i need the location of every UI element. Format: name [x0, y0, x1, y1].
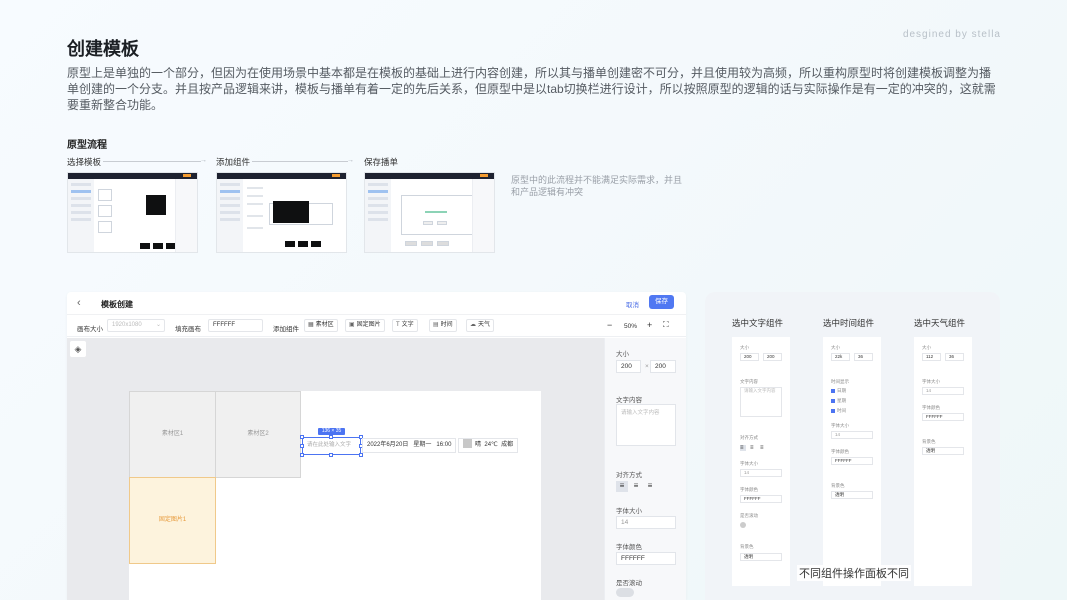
resize-handle[interactable] — [329, 453, 333, 457]
align-left-icon[interactable]: ≡ — [740, 445, 746, 451]
width-input[interactable]: 200 — [616, 360, 641, 373]
add-time-button[interactable]: ▤ 时间 — [429, 319, 457, 332]
canvas-size-label: 画布大小 — [77, 326, 103, 333]
size-label: 大小 — [616, 351, 629, 358]
align-center-icon[interactable]: ≡ — [750, 445, 756, 451]
flow-step-add-component: 添加组件 — [216, 157, 251, 167]
text-content-label: 文字内容 — [616, 397, 642, 404]
height-input[interactable]: 200 — [650, 360, 676, 373]
resize-handle[interactable] — [300, 435, 304, 439]
grid-icon: ▦ — [308, 322, 314, 328]
add-fixed-image-button[interactable]: ▣ 固定图片 — [345, 319, 385, 332]
prototype-thumbnail-select — [67, 172, 198, 253]
designer-credit: desgined by stella — [902, 29, 1001, 40]
intro-paragraph: 原型上是单独的一个部分，但因为在使用场景中基本都是在模板的基础上进行内容创建，所… — [67, 66, 996, 112]
align-left-icon[interactable]: ≡ — [616, 481, 628, 492]
comparison-caption: 不同组件操作面板不同 — [797, 565, 911, 581]
scroll-toggle[interactable] — [616, 588, 634, 597]
flow-note: 原型中的此流程并不能满足实际需求，并且和产品逻辑有冲突 — [511, 175, 683, 197]
font-color-input[interactable]: FFFFFF — [616, 552, 676, 565]
template-editor: ‹ 模板创建 取消 保存 画布大小 1920x1080 ⌄ 填充画布 FFFFFF… — [67, 292, 686, 600]
align-right-icon[interactable]: ≡ — [760, 445, 766, 451]
editor-toolbar: 画布大小 1920x1080 ⌄ 填充画布 FFFFFF 添加组件 ▦ 素材区 ▣ 固… — [67, 315, 686, 337]
weather-image-icon — [463, 439, 472, 448]
text-content-textarea[interactable]: 请输入文字内容 — [616, 404, 676, 446]
zoom-level: 50% — [624, 323, 638, 330]
checkbox-checked-icon[interactable] — [831, 409, 835, 413]
image-icon: ▣ — [349, 322, 355, 328]
align-right-icon[interactable]: ≡ — [644, 481, 656, 492]
weather-icon: ☁ — [470, 322, 476, 328]
arrow-right-icon: → — [347, 157, 354, 164]
fill-canvas-label: 填充画布 — [175, 326, 201, 333]
text-icon: T — [396, 322, 400, 328]
zoom-out-icon[interactable]: − — [607, 320, 612, 330]
flow-section-title: 原型流程 — [67, 140, 107, 151]
resize-handle[interactable] — [300, 453, 304, 457]
time-text: 16:00 — [436, 442, 452, 448]
weekday-text: 星期一 — [413, 442, 432, 448]
date-text: 2022年6月20日 — [367, 442, 409, 448]
prototype-thumbnail-add — [216, 172, 347, 253]
cancel-button[interactable]: 取消 — [626, 299, 639, 309]
calendar-icon: ▤ — [433, 322, 439, 328]
font-size-input[interactable]: 14 — [616, 516, 676, 529]
resize-handle[interactable] — [329, 435, 333, 439]
weather-panel-title: 选中天气组件 — [914, 318, 966, 328]
add-weather-button[interactable]: ☁ 天气 — [466, 319, 495, 332]
canvas-workspace[interactable]: ◈ 素材区1 素材区2 固定图片1 136 × 35 请在此处输入文字 2022… — [67, 338, 604, 600]
checkbox-checked-icon[interactable] — [831, 399, 835, 403]
selection-size-tag: 136 × 35 — [318, 428, 345, 435]
scroll-toggle[interactable] — [740, 522, 746, 528]
flow-connector — [103, 161, 201, 162]
back-icon[interactable]: ‹ — [77, 297, 81, 309]
canvas-size-select[interactable]: 1920x1080 ⌄ — [107, 319, 165, 332]
time-component-panel: 大小 22k 36 时间显示 日期 星期 时间 字体大小 14 字体颜色 FFF… — [823, 337, 881, 586]
material-area-1[interactable]: 素材区1 — [129, 391, 216, 478]
page-title: 创建模板 — [67, 39, 139, 59]
fill-color-input[interactable]: FFFFFF — [208, 319, 263, 332]
font-color-label: 字体颜色 — [616, 544, 642, 551]
checkbox-checked-icon[interactable] — [831, 389, 835, 393]
properties-panel: 大小 200 × 200 文字内容 请输入文字内容 对齐方式 ≡ ≡ ≡ 字体大… — [604, 338, 686, 600]
arrow-right-icon: → — [200, 157, 207, 164]
weather-component-panel: 大小 112 36 字体大小 14 字体颜色 FFFFFF 背景色 透明 — [914, 337, 972, 586]
fullscreen-icon[interactable]: ⛶ — [663, 320, 669, 330]
add-text-button[interactable]: T 文字 — [392, 319, 418, 332]
align-center-icon[interactable]: ≡ — [630, 481, 642, 492]
text-component-panel: 大小 200 200 文字内容 请输入文字内容 对齐方式 ≡ ≡ ≡ 字体大小 … — [732, 337, 790, 586]
layers-icon[interactable]: ◈ — [70, 341, 86, 357]
flow-step-save-playlist: 保存播单 — [364, 157, 399, 167]
save-button[interactable]: 保存 — [649, 295, 674, 309]
resize-handle[interactable] — [359, 453, 363, 457]
add-component-label: 添加组件 — [273, 326, 299, 333]
align-label: 对齐方式 — [616, 472, 642, 479]
font-size-label: 字体大小 — [616, 508, 642, 515]
fixed-image-1[interactable]: 固定图片1 — [129, 477, 216, 564]
editor-title: 模板创建 — [101, 300, 133, 309]
add-material-button[interactable]: ▦ 素材区 — [304, 319, 338, 332]
chevron-down-icon: ⌄ — [155, 322, 161, 328]
editor-header: ‹ 模板创建 取消 保存 — [67, 292, 686, 315]
weather-component[interactable]: 晴 24℃ 成都 — [458, 438, 519, 453]
time-component[interactable]: 2022年6月20日 星期一 16:00 — [362, 438, 457, 453]
text-panel-title: 选中文字组件 — [732, 318, 784, 328]
resize-handle[interactable] — [300, 444, 304, 448]
flow-connector — [252, 161, 348, 162]
zoom-in-icon[interactable]: + — [647, 320, 652, 330]
scroll-label: 是否滚动 — [616, 580, 642, 587]
material-area-2[interactable]: 素材区2 — [215, 391, 301, 478]
prototype-thumbnail-save — [364, 172, 495, 253]
flow-step-select-template: 选择模板 — [67, 157, 102, 167]
time-panel-title: 选中时间组件 — [823, 318, 875, 328]
